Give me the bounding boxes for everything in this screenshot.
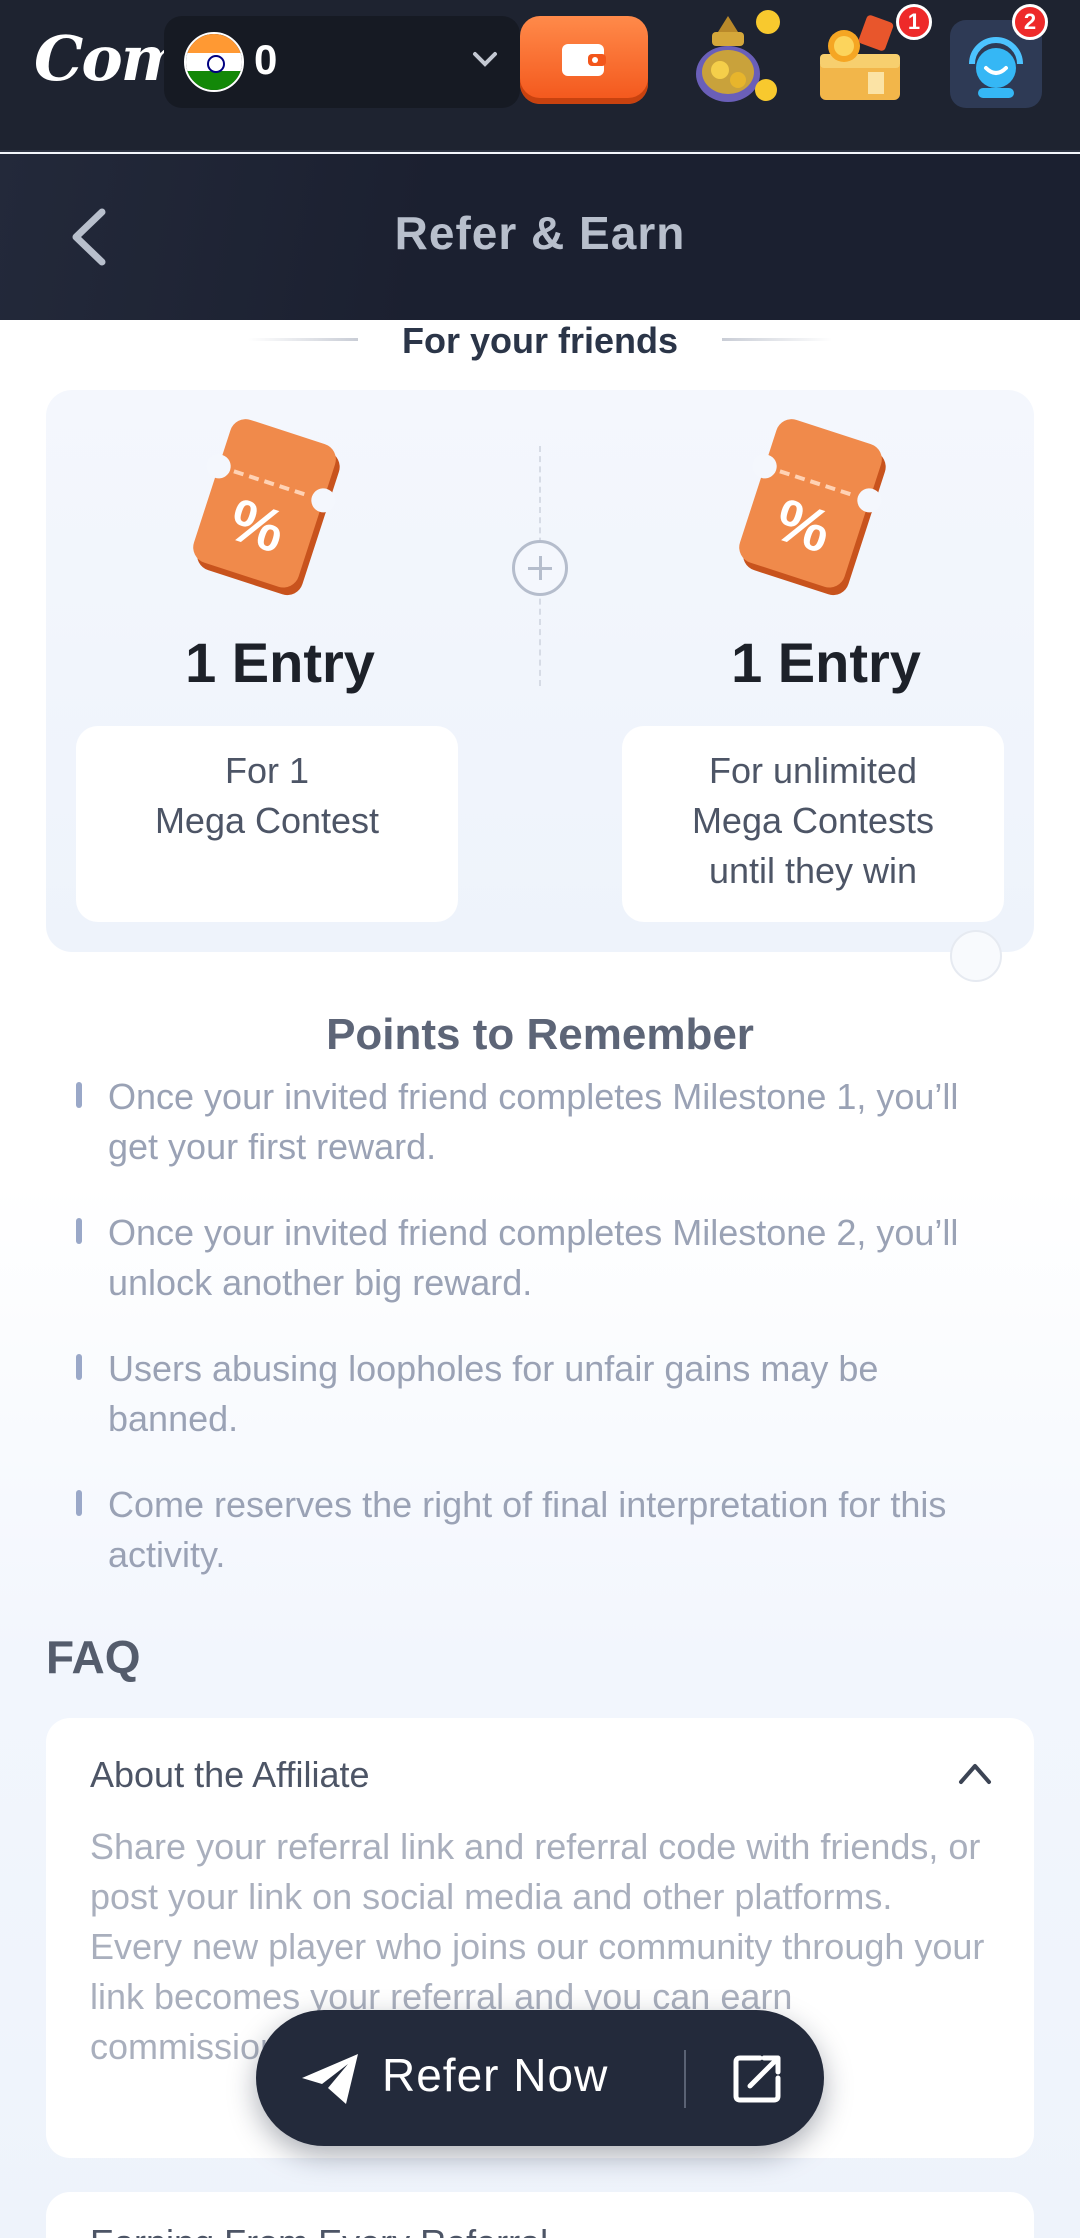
bullet-bar [76, 1354, 82, 1380]
faq-question[interactable]: About the Affiliate [90, 1754, 370, 1796]
list-item: Come reserves the right of final interpr… [76, 1480, 1016, 1580]
faq-title: FAQ [46, 1631, 141, 1683]
discount-ticket-icon: % [193, 419, 340, 596]
balance-selector[interactable]: 0 [164, 16, 520, 108]
reward-description: For unlimited Mega Contests until they w… [622, 726, 1004, 922]
points-section-title: Points to Remember [326, 1010, 754, 1059]
gift-chest-icon[interactable] [810, 8, 910, 108]
balance-value: 0 [254, 36, 278, 83]
friends-reward-card: % % 1 Entry 1 Entry For 1 Mega Contest F… [46, 390, 1034, 952]
page-header: Refer & Earn [0, 154, 1080, 320]
friends-section-title: For your friends [401, 320, 679, 361]
chevron-down-icon [473, 52, 497, 67]
discount-ticket-icon: % [739, 419, 886, 596]
faq-question[interactable]: Earning From Every Referral [90, 2222, 548, 2238]
bullet-bar [76, 1490, 82, 1516]
refer-now-button[interactable]: Refer Now [256, 2010, 824, 2146]
wallet-button[interactable] [520, 16, 648, 104]
page-title: Refer & Earn [394, 207, 686, 259]
india-flag-icon [184, 32, 244, 92]
gift-chest-badge: 1 [896, 4, 932, 40]
list-item: Users abusing loopholes for unfair gains… [76, 1344, 1016, 1444]
reward-description: For 1 Mega Contest [76, 726, 458, 922]
reward-entry-label: 1 Entry [731, 631, 921, 694]
refer-now-label: Refer Now [382, 2049, 609, 2101]
share-icon[interactable] [730, 2050, 786, 2106]
plus-icon [512, 540, 568, 596]
top-bar: Come 0 1 2 [0, 0, 1080, 152]
support-badge: 2 [1012, 4, 1048, 40]
list-item: Once your invited friend completes Miles… [76, 1208, 1016, 1308]
reward-entry-label: 1 Entry [185, 631, 375, 694]
divider-line [722, 338, 832, 341]
chevron-up-icon[interactable] [956, 1758, 994, 1788]
wallet-icon [562, 44, 606, 76]
main-content: For your friends % % 1 Entry 1 Entry For… [0, 320, 1080, 2238]
decorative-circle [950, 930, 1002, 982]
list-item: Once your invited friend completes Miles… [76, 1072, 1016, 1172]
bullet-bar [76, 1218, 82, 1244]
faq-item[interactable]: Earning From Every Referral [46, 2192, 1034, 2238]
treasure-pot-icon[interactable] [682, 8, 782, 108]
button-separator [684, 2050, 686, 2108]
paper-plane-icon [302, 2054, 358, 2104]
bullet-bar [76, 1082, 82, 1108]
